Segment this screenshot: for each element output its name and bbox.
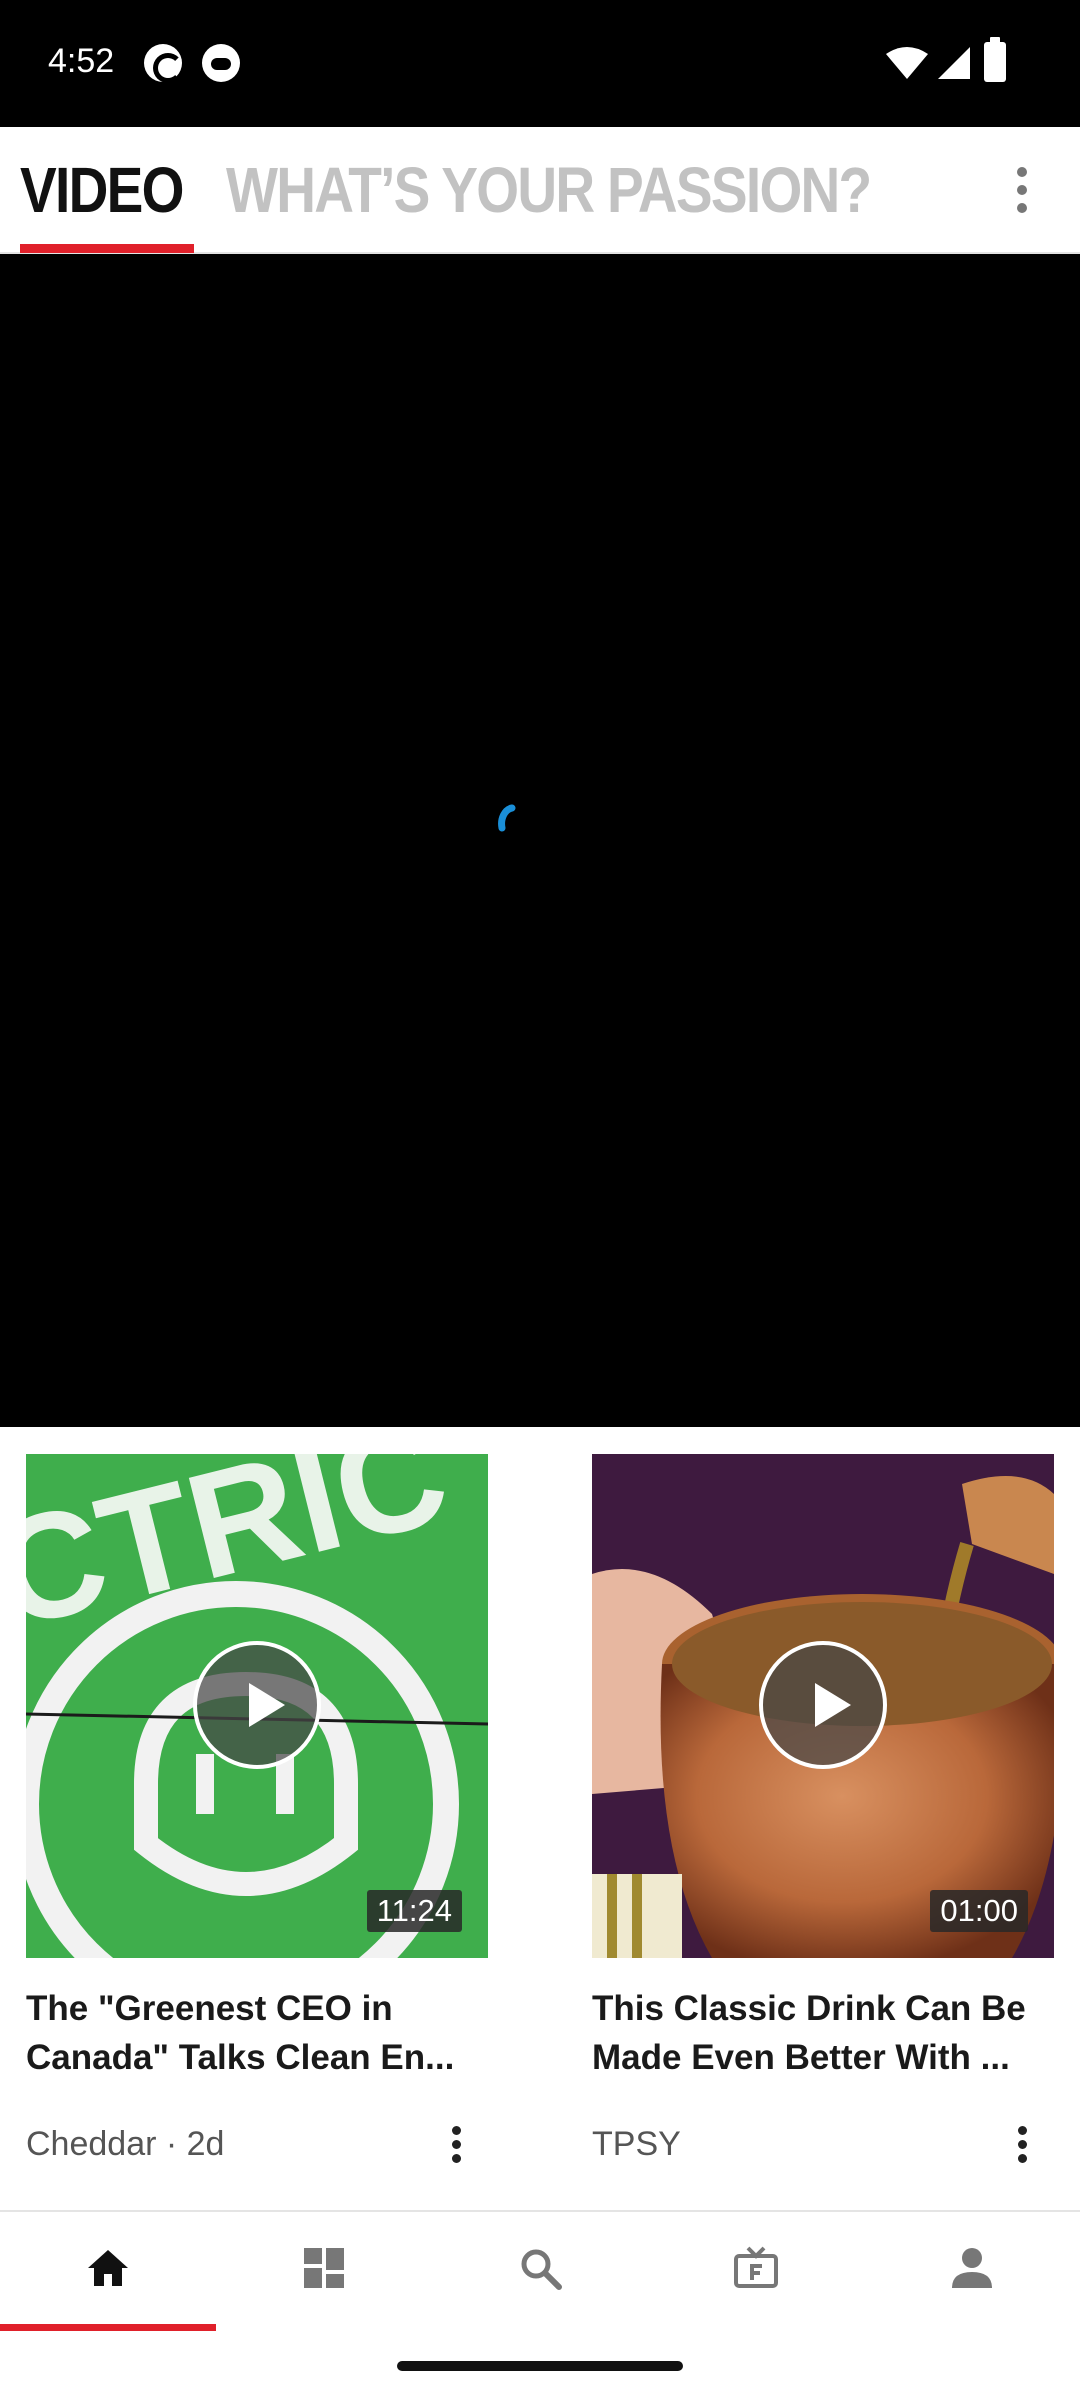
svg-text:CTRIC BU: CTRIC BU <box>26 1454 488 1660</box>
video-source: Cheddar · 2d <box>26 2125 225 2163</box>
video-title[interactable]: The "Greenest CEO in Canada" Talks Clean… <box>26 1984 488 2082</box>
active-nav-indicator <box>0 2324 216 2331</box>
wifi-icon <box>886 47 928 79</box>
profile-icon <box>952 2248 992 2288</box>
video-thumbnail[interactable]: 01:00 <box>592 1454 1054 1958</box>
video-thumbnail[interactable]: CTRIC BU 11:24 <box>26 1454 488 1958</box>
signal-icon <box>938 47 970 79</box>
more-options-icon[interactable] <box>436 2120 476 2168</box>
video-meta: Cheddar · 2d <box>26 2120 488 2168</box>
battery-icon <box>984 37 1006 82</box>
nav-search[interactable] <box>432 2212 648 2332</box>
top-tab-bar: VIDEO WHAT’S YOUR PASSION? <box>0 127 1080 254</box>
video-card[interactable]: CTRIC BU 11:24 The "Greenest CEO in Cana… <box>26 1454 488 2168</box>
video-player[interactable] <box>0 254 1080 1427</box>
video-duration: 11:24 <box>366 1890 462 1932</box>
tab-video[interactable]: VIDEO <box>20 153 184 227</box>
play-icon[interactable] <box>759 1641 887 1769</box>
nav-home[interactable] <box>0 2212 216 2332</box>
play-icon[interactable] <box>193 1641 321 1769</box>
app-notification-icon <box>144 44 183 83</box>
nav-tv[interactable] <box>648 2212 864 2332</box>
loading-spinner-icon <box>498 804 516 832</box>
status-bar: 4:52 <box>0 0 1080 127</box>
gesture-area <box>0 2331 1080 2400</box>
bottom-navigation <box>0 2210 1080 2330</box>
gesture-handle[interactable] <box>397 2361 683 2371</box>
grid-icon <box>304 2248 344 2288</box>
home-icon <box>88 2250 128 2286</box>
search-icon <box>521 2249 562 2290</box>
more-options-icon[interactable] <box>1002 2120 1042 2168</box>
video-meta: TPSY <box>592 2120 1054 2168</box>
active-tab-indicator <box>20 244 194 253</box>
nav-profile[interactable] <box>864 2212 1080 2332</box>
video-card[interactable]: 01:00 This Classic Drink Can Be Made Eve… <box>592 1454 1054 2168</box>
nav-browse[interactable] <box>216 2212 432 2332</box>
tab-whats-your-passion[interactable]: WHAT’S YOUR PASSION? <box>226 153 872 227</box>
app-notification-icon <box>202 44 240 82</box>
status-time: 4:52 <box>48 42 115 80</box>
video-title[interactable]: This Classic Drink Can Be Made Even Bett… <box>592 1984 1054 2082</box>
video-source: TPSY <box>592 2125 681 2163</box>
overflow-menu-icon[interactable] <box>1002 155 1042 225</box>
video-duration: 01:00 <box>930 1890 1028 1932</box>
tv-icon <box>734 2246 778 2288</box>
